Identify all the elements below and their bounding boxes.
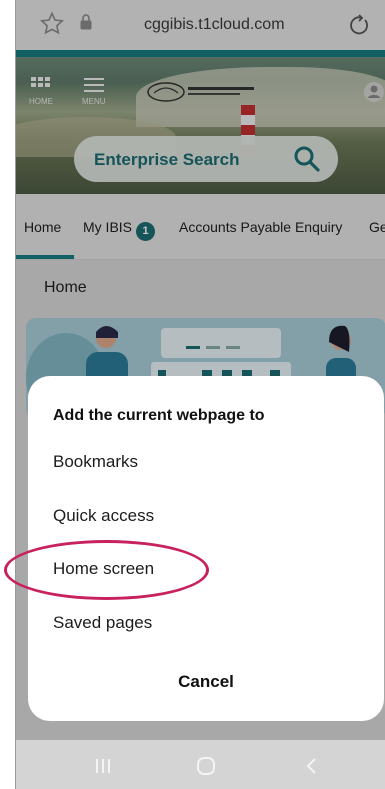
option-bookmarks[interactable]: Bookmarks (53, 452, 138, 472)
phone-screen: cggibis.t1cloud.com HOME MENU Enterprise… (15, 0, 385, 789)
back-icon[interactable] (304, 756, 318, 776)
sheet-title: Add the current webpage to (53, 407, 265, 424)
cancel-button[interactable]: Cancel (28, 672, 384, 692)
home-icon[interactable] (196, 756, 216, 776)
recents-icon[interactable] (94, 757, 112, 775)
system-nav-bar (16, 740, 385, 789)
option-saved-pages[interactable]: Saved pages (53, 613, 152, 633)
home-screen-highlight-circle (4, 540, 209, 600)
option-quick-access[interactable]: Quick access (53, 506, 154, 526)
